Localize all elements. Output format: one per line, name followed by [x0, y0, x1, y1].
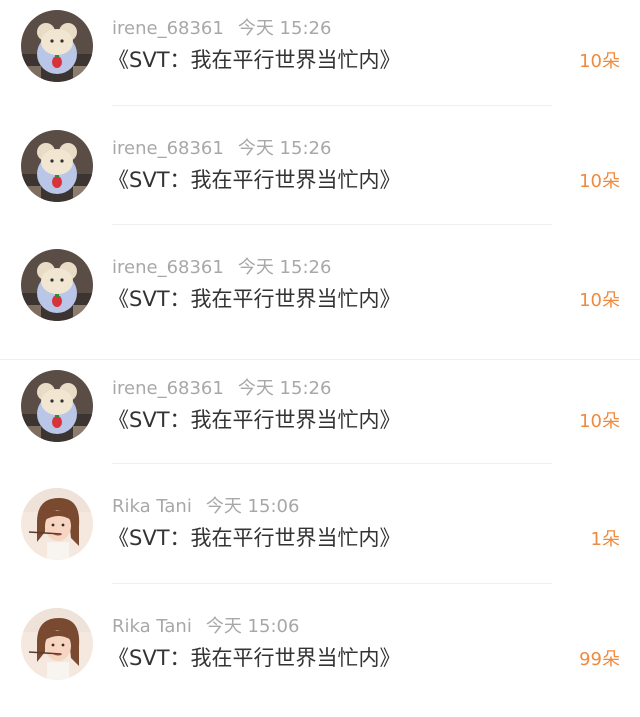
gift-count: 10朵 — [579, 167, 620, 197]
gift-count: 10朵 — [579, 407, 620, 437]
username[interactable]: Rika Tani — [112, 496, 192, 517]
bear-avatar-icon[interactable] — [21, 370, 93, 442]
username[interactable]: irene_68361 — [112, 138, 224, 159]
list-item[interactable]: Rika Tani 今天 15:06 《SVT：我在平行世界当忙内》 99朵 — [0, 598, 640, 717]
item-meta: irene_68361 今天 15:26 — [112, 17, 331, 41]
list-item[interactable]: irene_68361 今天 15:26 《SVT：我在平行世界当忙内》 10朵 — [0, 359, 640, 479]
item-meta: Rika Tani 今天 15:06 — [112, 495, 299, 519]
timestamp: 今天 15:06 — [206, 616, 300, 637]
divider — [112, 463, 552, 464]
timestamp: 今天 15:26 — [238, 257, 332, 278]
book-title[interactable]: 《SVT：我在平行世界当忙内》 — [108, 165, 401, 195]
bear-avatar-icon[interactable] — [21, 130, 93, 202]
username[interactable]: irene_68361 — [112, 257, 224, 278]
list-item[interactable]: irene_68361 今天 15:26 《SVT：我在平行世界当忙内》 10朵 — [0, 0, 640, 120]
girl-avatar-icon[interactable] — [21, 488, 93, 560]
item-meta: irene_68361 今天 15:26 — [112, 377, 331, 401]
list-item[interactable]: Rika Tani 今天 15:06 《SVT：我在平行世界当忙内》 1朵 — [0, 478, 640, 598]
list-item[interactable]: irene_68361 今天 15:26 《SVT：我在平行世界当忙内》 10朵 — [0, 120, 640, 240]
item-meta: irene_68361 今天 15:26 — [112, 137, 331, 161]
item-meta: Rika Tani 今天 15:06 — [112, 615, 299, 639]
divider — [112, 105, 552, 106]
girl-avatar-icon[interactable] — [21, 608, 93, 680]
book-title[interactable]: 《SVT：我在平行世界当忙内》 — [108, 284, 401, 314]
timestamp: 今天 15:26 — [238, 18, 332, 39]
item-meta: irene_68361 今天 15:26 — [112, 256, 331, 280]
timestamp: 今天 15:26 — [238, 138, 332, 159]
book-title[interactable]: 《SVT：我在平行世界当忙内》 — [108, 643, 401, 673]
bear-avatar-icon[interactable] — [21, 10, 93, 82]
username[interactable]: Rika Tani — [112, 616, 192, 637]
gift-count: 10朵 — [579, 47, 620, 77]
gift-count: 1朵 — [591, 525, 620, 555]
timestamp: 今天 15:26 — [238, 378, 332, 399]
book-title[interactable]: 《SVT：我在平行世界当忙内》 — [108, 405, 401, 435]
timestamp: 今天 15:06 — [206, 496, 300, 517]
username[interactable]: irene_68361 — [112, 18, 224, 39]
username[interactable]: irene_68361 — [112, 378, 224, 399]
book-title[interactable]: 《SVT：我在平行世界当忙内》 — [108, 523, 401, 553]
bear-avatar-icon[interactable] — [21, 249, 93, 321]
divider — [112, 583, 552, 584]
gift-count: 99朵 — [579, 645, 620, 675]
divider — [112, 224, 552, 225]
gift-count: 10朵 — [579, 286, 620, 316]
book-title[interactable]: 《SVT：我在平行世界当忙内》 — [108, 45, 401, 75]
list-item[interactable]: irene_68361 今天 15:26 《SVT：我在平行世界当忙内》 10朵 — [0, 239, 640, 359]
gift-record-list: irene_68361 今天 15:26 《SVT：我在平行世界当忙内》 10朵 — [0, 0, 640, 710]
